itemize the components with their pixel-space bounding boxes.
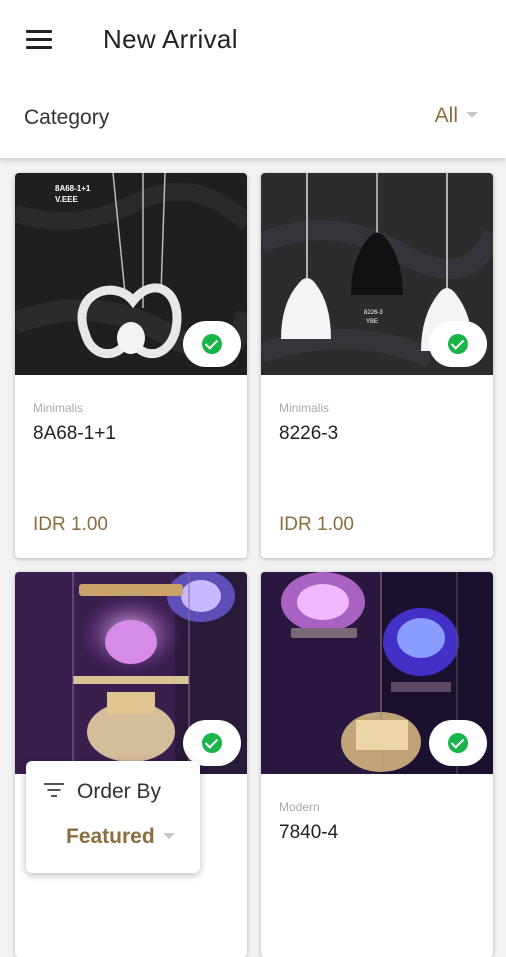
product-name: 8A68-1+1 — [33, 423, 116, 444]
order-by-selected-value: Featured — [66, 825, 155, 848]
category-bar: Category All — [0, 82, 506, 158]
product-card[interactable]: 8A68-1+1 V.EEE Minimalis 8A68-1+1 IDR 1.… — [15, 173, 247, 558]
product-price: IDR 1.00 — [33, 514, 108, 535]
order-by-panel[interactable]: Order By Featured — [26, 761, 200, 873]
image-label-text: 8226-3 — [364, 310, 383, 316]
app-bar: New Arrival — [0, 0, 506, 82]
product-category: Modern — [279, 800, 320, 814]
product-image — [261, 572, 493, 774]
selected-badge — [429, 321, 487, 367]
dropdown-caret-icon — [162, 833, 175, 839]
check-circle-icon — [202, 334, 222, 354]
product-category: Minimalis — [33, 401, 84, 415]
category-label: Category — [24, 106, 110, 129]
product-price: IDR 1.00 — [279, 514, 354, 535]
check-circle-icon — [448, 733, 468, 753]
selected-badge — [429, 720, 487, 766]
hamburger-menu-icon[interactable] — [26, 30, 52, 50]
selected-badge — [183, 321, 241, 367]
product-image — [15, 572, 247, 774]
order-by-dropdown[interactable]: Featured — [66, 825, 175, 849]
dropdown-caret-icon — [466, 112, 478, 118]
product-card[interactable]: Modern 7840-4 — [261, 572, 493, 957]
category-dropdown[interactable]: All — [435, 104, 478, 128]
product-name: 8226-3 — [279, 423, 339, 444]
image-label-text: V.EEE — [55, 195, 78, 204]
check-circle-icon — [202, 733, 222, 753]
order-by-label: Order By — [77, 780, 162, 803]
image-label-text: 8A68-1+1 — [55, 184, 91, 193]
category-selected-value: All — [434, 104, 458, 127]
page-title: New Arrival — [103, 24, 238, 54]
selected-badge — [183, 720, 241, 766]
image-label-text: YBE — [366, 319, 378, 325]
product-image: 8A68-1+1 V.EEE — [15, 173, 247, 375]
filter-icon — [44, 783, 64, 797]
product-image: 8226-3 YBE — [261, 173, 493, 375]
check-circle-icon — [448, 334, 468, 354]
product-category: Minimalis — [279, 401, 330, 415]
product-card[interactable]: 8226-3 YBE Minimalis 8226-3 IDR 1.00 — [261, 173, 493, 558]
product-name: 7840-4 — [279, 822, 339, 843]
